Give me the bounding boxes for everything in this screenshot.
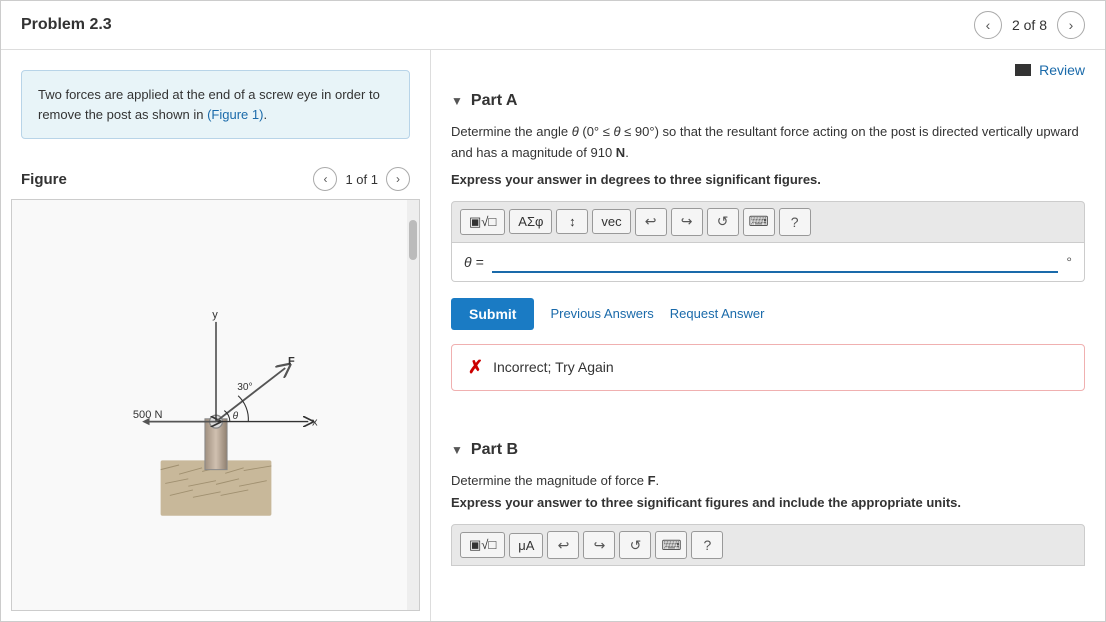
part-a-question: Determine the angle θ (0° ≤ θ ≤ 90°) so … [451,122,1085,164]
part-b-undo-btn[interactable]: ↩ [547,531,579,559]
figure-title: Figure [21,171,67,188]
angle-theta-label: θ [232,411,238,422]
angle-30-label: 30° [237,382,252,393]
part-b-help-btn[interactable]: ? [691,531,723,559]
axis-x-label: x [312,416,318,428]
part-b-unit-btn[interactable]: μA [509,533,543,558]
input-theta-label: θ = [464,254,484,270]
part-b-matrix-btn[interactable]: ▣√□ [460,532,505,558]
figure-count: 1 of 1 [345,172,378,187]
toolbar-undo-btn[interactable]: ↩ [635,208,667,236]
toolbar-matrix-btn[interactable]: ▣√□ [460,209,505,235]
part-b-section: ▼ Part B Determine the magnitude of forc… [431,431,1105,587]
part-b-collapse-arrow[interactable]: ▼ [451,443,463,457]
toolbar-vec-btn[interactable]: vec [592,209,630,234]
problem-title: Problem 2.3 [21,16,112,34]
part-a-actions: Submit Previous Answers Request Answer [451,298,1085,330]
toolbar-redo-btn[interactable]: ↪ [671,208,703,236]
part-a-header: ▼ Part A [451,82,1085,122]
content-area: Two forces are applied at the end of a s… [1,50,1105,621]
toolbar-arrow-btn[interactable]: ↕ [556,209,588,234]
header: Problem 2.3 ‹ 2 of 8 › [1,1,1105,50]
submit-button[interactable]: Submit [451,298,534,330]
part-b-label: Part B [471,441,518,459]
toolbar-reset-btn[interactable]: ↺ [707,208,739,236]
part-b-header: ▼ Part B [451,431,1085,471]
part-a-toolbar: ▣√□ ΑΣφ ↕ vec ↩ ↪ ↺ ⌨ ? [451,201,1085,243]
review-section: Review [431,50,1105,82]
figure-prev-button[interactable]: ‹ [313,167,337,191]
force-500-label: 500 N [132,409,162,421]
part-a-content: Determine the angle θ (0° ≤ θ ≤ 90°) so … [451,122,1085,391]
review-label: Review [1039,62,1085,78]
axis-y-label: y [212,309,218,321]
incorrect-icon: ✗ [468,357,483,378]
problem-desc-period: . [263,107,267,122]
figure-scrollbar-thumb [409,220,417,260]
part-b-toolbar: ▣√□ μA ↩ ↪ ↺ ⌨ ? [451,524,1085,566]
figure-section: Figure ‹ 1 of 1 › [1,159,430,621]
part-b-reset-btn[interactable]: ↺ [619,531,651,559]
part-a-input-row: θ = ° [451,243,1085,282]
toolbar-symbol-btn[interactable]: ΑΣφ [509,209,552,234]
figure-canvas: 500 N F 30° θ x y [11,199,420,611]
figure-link[interactable]: (Figure 1) [207,107,263,122]
figure-svg: 500 N F 30° θ x y [76,285,356,525]
toolbar-help-btn[interactable]: ? [779,208,811,236]
part-b-keyboard-btn[interactable]: ⌨ [655,531,687,559]
part-a-express: Express your answer in degrees to three … [451,172,1085,187]
part-a-section: ▼ Part A Determine the angle θ (0° ≤ θ ≤… [431,82,1105,431]
part-a-input-area: ▣√□ ΑΣφ ↕ vec ↩ ↪ ↺ ⌨ ? θ = [451,201,1085,282]
review-link[interactable]: Review [1015,62,1085,78]
header-navigation: ‹ 2 of 8 › [974,11,1085,39]
figure-navigation: ‹ 1 of 1 › [313,167,410,191]
right-panel: Review ▼ Part A Determine the angle θ (0… [431,50,1105,621]
part-b-input-area: ▣√□ μA ↩ ↪ ↺ ⌨ ? [451,524,1085,566]
problem-description: Two forces are applied at the end of a s… [21,70,410,139]
figure-header: Figure ‹ 1 of 1 › [11,159,420,199]
part-a-label: Part A [471,92,518,110]
theta-input[interactable] [492,251,1059,273]
force-f-label: F [288,355,295,367]
part-b-redo-btn[interactable]: ↪ [583,531,615,559]
previous-answers-link[interactable]: Previous Answers [550,306,653,321]
next-problem-button[interactable]: › [1057,11,1085,39]
figure-scrollbar[interactable] [407,200,419,610]
toolbar-keyboard-btn[interactable]: ⌨ [743,208,775,236]
left-panel: Two forces are applied at the end of a s… [1,50,431,621]
incorrect-feedback-box: ✗ Incorrect; Try Again [451,344,1085,391]
degree-symbol: ° [1066,254,1072,270]
part-a-collapse-arrow[interactable]: ▼ [451,94,463,108]
request-answer-link[interactable]: Request Answer [670,306,765,321]
figure-next-button[interactable]: › [386,167,410,191]
part-b-express: Express your answer to three significant… [451,495,1085,510]
prev-problem-button[interactable]: ‹ [974,11,1002,39]
problem-count: 2 of 8 [1012,17,1047,33]
part-b-content: Determine the magnitude of force F. Expr… [451,471,1085,567]
review-icon [1015,64,1031,76]
incorrect-text: Incorrect; Try Again [493,359,614,375]
part-b-question: Determine the magnitude of force F. [451,471,1085,492]
